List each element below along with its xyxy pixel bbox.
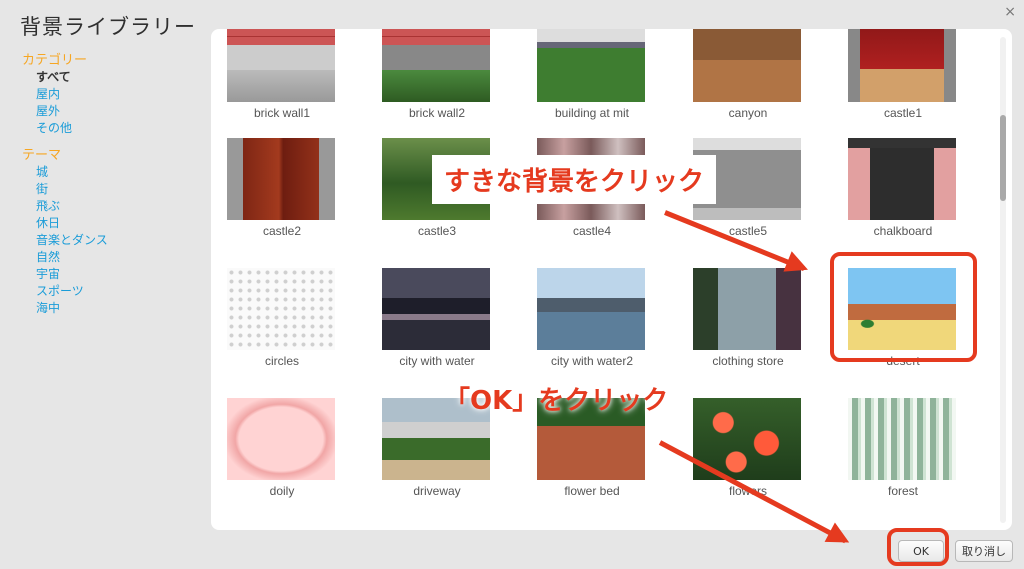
backdrop-thumbnail [382,29,490,102]
backdrop-tile[interactable]: doily [227,398,337,518]
backdrop-name: chalkboard [873,224,933,238]
theme-heading: テーマ [22,148,62,163]
backdrop-tile[interactable]: brick wall2 [382,29,492,140]
annotation-click-ok: 「OK」をクリック [444,386,669,416]
cancel-button[interactable]: 取り消し [955,540,1013,562]
backdrop-thumbnail [693,29,801,102]
theme-nature[interactable]: 自然 [22,249,202,266]
backdrop-tile[interactable]: circles [227,268,337,388]
backdrop-name: brick wall2 [408,106,465,120]
theme-sports[interactable]: スポーツ [22,283,202,300]
backdrop-name: building at mit [554,106,630,120]
backdrop-thumbnail [382,268,490,350]
backdrop-thumbnail [227,398,335,480]
category-outdoors[interactable]: 屋外 [22,103,202,120]
desert-highlight-box [830,252,977,362]
theme-holiday[interactable]: 休日 [22,215,202,232]
backdrop-name: brick wall1 [253,106,310,120]
backdrop-tile[interactable]: chalkboard [848,138,958,258]
theme-flying[interactable]: 飛ぶ [22,198,202,215]
category-sidebar: カテゴリー すべて 屋内 屋外 その他 テーマ 城 街 飛ぶ 休日 音楽とダンス… [22,52,202,317]
ok-highlight-box [887,528,949,566]
backdrop-tile[interactable]: city with water [382,268,492,388]
backdrop-thumbnail [537,268,645,350]
backdrop-thumbnail [848,29,956,102]
annotation-pick-backdrop: すきな背景をクリック [432,155,717,204]
category-all[interactable]: すべて [22,69,202,86]
backdrop-thumbnail [227,268,335,350]
backdrop-name: driveway [413,484,461,498]
theme-castle[interactable]: 城 [22,164,202,181]
backdrop-tile[interactable]: castle2 [227,138,337,258]
theme-city[interactable]: 街 [22,181,202,198]
backdrop-tile[interactable]: clothing store [693,268,803,388]
backdrop-name: clothing store [712,354,784,368]
backdrop-name: flower bed [564,484,620,498]
dialog-title: 背景ライブラリー [20,15,196,39]
backdrop-tile[interactable]: forest [848,398,958,518]
backdrop-name: castle2 [262,224,302,238]
backdrop-name: doily [269,484,295,498]
backdrop-name: city with water2 [550,354,634,368]
backdrop-tile[interactable]: canyon [693,29,803,140]
backdrop-thumbnail [848,138,956,220]
backdrop-name: castle4 [572,224,612,238]
backdrop-name: forest [887,484,918,498]
backdrop-tile[interactable]: flowers [693,398,803,518]
theme-underwater[interactable]: 海中 [22,300,202,317]
backdrop-thumbnail [848,398,956,480]
backdrop-tile[interactable]: castle1 [848,29,958,140]
backdrop-name: castle3 [417,224,457,238]
backdrop-thumbnail [227,29,335,102]
backdrop-name: city with water [399,354,475,368]
backdrop-tile[interactable]: brick wall1 [227,29,337,140]
backdrop-tile[interactable]: city with water2 [537,268,647,388]
backdrop-thumbnail [693,268,801,350]
theme-space[interactable]: 宇宙 [22,266,202,283]
scrollbar-thumb[interactable] [1000,115,1006,201]
category-indoors[interactable]: 屋内 [22,86,202,103]
backdrop-thumbnail [227,138,335,220]
backdrop-name: canyon [728,106,768,120]
backdrop-name: circles [264,354,299,368]
category-heading: カテゴリー [22,53,88,68]
backdrop-name: castle1 [883,106,923,120]
backdrop-tile[interactable]: building at mit [537,29,647,140]
close-icon[interactable]: × [1004,4,1016,20]
scrollbar[interactable] [1000,37,1006,523]
backdrop-thumbnail [537,29,645,102]
theme-music-dance[interactable]: 音楽とダンス [22,232,202,249]
category-other[interactable]: その他 [22,120,202,137]
